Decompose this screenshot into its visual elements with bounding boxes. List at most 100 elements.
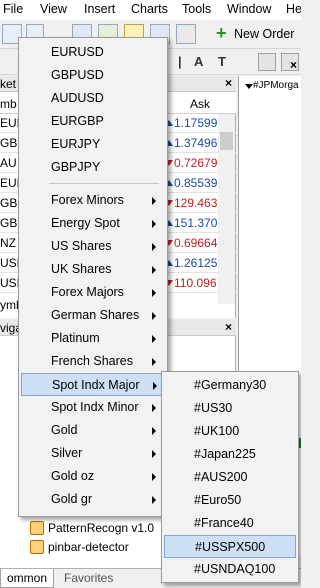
submenu-item[interactable]: #Japan225 [164, 443, 296, 466]
submenu-arrow-icon [153, 382, 157, 390]
menu-item-group[interactable]: Gold gr [21, 488, 165, 511]
menu-item-symbol[interactable]: EURGBP [21, 110, 165, 133]
menu-bar: File View Insert Charts Tools Window He [0, 0, 301, 20]
menu-item-label: EURUSD [51, 45, 104, 59]
ask-column-header[interactable]: Ask [190, 97, 210, 111]
symbols-menu: EURUSD GBPUSD AUDUSD EURGBP EURJPY GBPJPY Fore… [18, 37, 168, 517]
submenu-item[interactable]: #USSPX500 [164, 535, 296, 558]
ask-cell: 151.370 [174, 216, 218, 230]
hline-tool-icon[interactable]: | [178, 54, 182, 69]
chevron-down-icon[interactable] [245, 84, 253, 89]
text-tool-icon[interactable]: A [194, 54, 203, 69]
menu-item-symbol[interactable]: GBPUSD [21, 64, 165, 87]
tab-common[interactable]: ommon [0, 569, 55, 588]
submenu-arrow-icon [152, 450, 156, 458]
menu-insert[interactable]: Insert [84, 2, 115, 16]
menu-item-label: Spot Indx Minor [51, 400, 139, 414]
menu-file[interactable]: File [3, 2, 23, 16]
menu-window[interactable]: Window [227, 2, 271, 16]
ask-cell: 0.72679 [174, 156, 218, 170]
ask-cell: 0.69664 [174, 236, 218, 250]
menu-item-group[interactable]: Silver [21, 442, 165, 465]
menu-item-label: Energy Spot [51, 216, 120, 230]
submenu-item[interactable]: #AUS200 [164, 466, 296, 489]
submenu-arrow-icon [152, 197, 156, 205]
menu-item-group[interactable]: Gold [21, 419, 165, 442]
symbol-cell: AU [0, 156, 17, 170]
strategy-tester-icon[interactable] [176, 24, 196, 44]
submenu-item[interactable]: #Germany30 [164, 374, 296, 397]
submenu-item-label: #USNDAQ100 [194, 562, 276, 576]
submenu-item-label: #France40 [194, 516, 254, 530]
price-bar [299, 438, 301, 448]
menu-item-label: EURJPY [51, 137, 101, 151]
submenu-arrow-icon [152, 427, 156, 435]
menu-item-group[interactable]: German Shares [21, 304, 165, 327]
menu-item-label: Gold gr [51, 492, 92, 506]
submenu-item-label: #Euro50 [194, 493, 242, 507]
menu-item-group[interactable]: Platinum [21, 327, 165, 350]
submenu-item[interactable]: #France40 [164, 512, 296, 535]
submenu-item[interactable]: #USNDAQ100 [164, 558, 296, 581]
tab-favorites[interactable]: Favorites [58, 569, 119, 588]
menu-item-symbol[interactable]: EURUSD [21, 41, 165, 64]
menu-item-label: Silver [51, 446, 83, 460]
menu-item-group[interactable]: Spot Indx Major [21, 373, 165, 396]
new-order-button[interactable]: + New Order [213, 23, 301, 46]
menu-item-label: UK Shares [51, 262, 112, 276]
menu-item-group[interactable]: UK Shares [21, 258, 165, 281]
submenu-item[interactable]: #UK100 [164, 420, 296, 443]
menu-help[interactable]: He [286, 2, 301, 16]
submenu-arrow-icon [152, 243, 156, 251]
submenu-item[interactable]: #Euro50 [164, 489, 296, 512]
submenu-item-label: #UK100 [194, 424, 240, 438]
new-order-label: New Order [234, 27, 295, 41]
scrollbar-thumb[interactable] [220, 132, 233, 150]
menu-item-group[interactable]: Forex Minors [21, 189, 165, 212]
spot-indx-major-submenu: #Germany30 #US30 #UK100 #Japan225 #AUS200 #Eu… [161, 371, 299, 583]
menu-item-symbol[interactable]: GBPJPY [21, 156, 165, 179]
close-icon[interactable]: × [225, 76, 232, 90]
ask-cell: 1.37496 [174, 136, 218, 150]
close-icon[interactable]: × [225, 320, 232, 334]
menu-item-group[interactable]: Energy Spot [21, 212, 165, 235]
submenu-item-label: #Germany30 [194, 378, 267, 392]
menu-item-label: Forex Minors [51, 193, 124, 207]
market-watch-title: ket [0, 77, 17, 91]
scrollbar[interactable] [218, 114, 235, 304]
ask-cell: 129.463 [174, 196, 218, 210]
ask-cell: 1.17599 [174, 116, 218, 130]
menu-tools[interactable]: Tools [182, 2, 211, 16]
submenu-item-label: #Japan225 [194, 447, 256, 461]
menu-item-label: EURGBP [51, 114, 104, 128]
menu-item-label: GBPUSD [51, 68, 104, 82]
label-tool-icon[interactable]: T [218, 54, 226, 69]
menu-item-label: Forex Majors [51, 285, 124, 299]
submenu-arrow-icon [152, 404, 156, 412]
menu-item-label: Spot Indx Major [52, 378, 140, 392]
ask-cell: 1.26125 [174, 256, 218, 270]
submenu-arrow-icon [152, 358, 156, 366]
menu-view[interactable]: View [40, 2, 67, 16]
menu-charts[interactable]: Charts [131, 2, 168, 16]
submenu-item[interactable]: #US30 [164, 397, 296, 420]
menu-item-symbol[interactable]: AUDUSD [21, 87, 165, 110]
menu-separator [49, 183, 159, 184]
menu-item-group[interactable]: Forex Majors [21, 281, 165, 304]
submenu-arrow-icon [152, 496, 156, 504]
menu-item-group[interactable]: US Shares [21, 235, 165, 258]
menu-item-group[interactable]: French Shares [21, 350, 165, 373]
arrow-tool-icon[interactable] [258, 53, 276, 71]
menu-item-label: German Shares [51, 308, 140, 322]
menu-item-group[interactable]: Gold oz [21, 465, 165, 488]
menu-item-symbol[interactable]: EURJPY [21, 133, 165, 156]
submenu-arrow-icon [152, 289, 156, 297]
submenu-arrow-icon [152, 266, 156, 274]
terminal-window: File View Insert Charts Tools Window He … [0, 0, 301, 588]
menu-item-label: Gold [51, 423, 78, 437]
symbol-column-header[interactable]: mb [0, 97, 17, 111]
menu-item-group[interactable]: Spot Indx Minor [21, 396, 165, 419]
plus-icon: + [216, 23, 227, 43]
close-icon[interactable]: × [290, 58, 297, 72]
submenu-item-label: #US30 [194, 401, 233, 415]
